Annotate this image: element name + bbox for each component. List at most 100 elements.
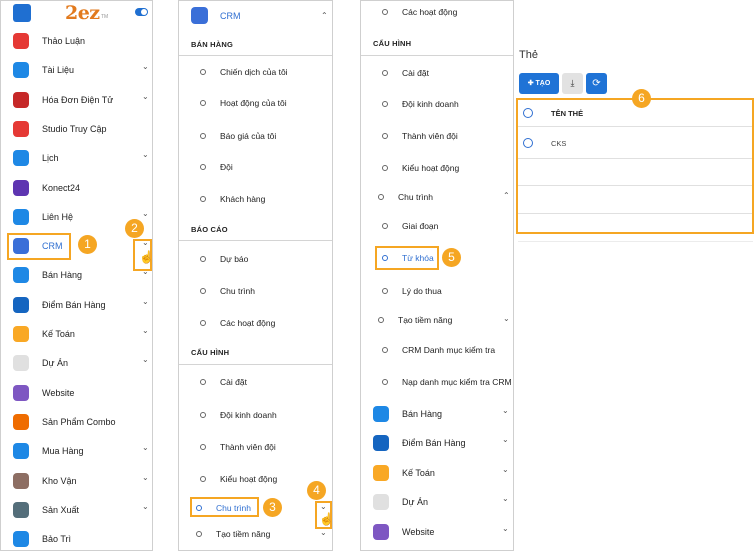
submenu-item[interactable]: Đội kinh doanh xyxy=(382,96,513,114)
submenu-item[interactable]: Cài đặt xyxy=(200,374,330,392)
submenu-item[interactable]: Kiểu hoạt động xyxy=(382,160,513,178)
sidebar-item[interactable]: Bán Hàng ⌄ xyxy=(1,264,152,286)
chevron-down-icon[interactable]: ⌄ xyxy=(142,150,149,159)
submenu-item[interactable]: Đội xyxy=(200,159,330,177)
sidebar-item[interactable]: Kế Toán ⌄ xyxy=(361,462,513,484)
chevron-down-icon[interactable]: ⌄ xyxy=(320,528,327,537)
submenu-item-label: Chu trình xyxy=(398,192,433,202)
submenu-item[interactable]: Lý do thua xyxy=(382,283,513,301)
app-logo-icon[interactable] xyxy=(13,4,31,22)
sales-chart-icon xyxy=(13,267,29,284)
submenu-item-label: Lý do thua xyxy=(402,286,442,296)
submenu-item[interactable]: Tạo tiềm năng ⌄ xyxy=(196,526,330,544)
submenu-item[interactable]: CRM Danh mục kiểm tra xyxy=(382,342,513,360)
crm-menu-header[interactable]: CRM ⌃ xyxy=(179,1,332,31)
submenu-item[interactable]: Nạp danh mục kiểm tra CRM xyxy=(382,374,513,392)
sidebar-item-label: Thảo Luận xyxy=(42,36,86,46)
chevron-down-icon[interactable]: ⌄ xyxy=(142,473,149,482)
chevron-down-icon[interactable]: ⌄ xyxy=(142,209,149,218)
create-button-label: TẠO xyxy=(535,80,551,87)
sidebar-item-label: Sản Xuất xyxy=(42,504,80,515)
chevron-down-icon[interactable]: ⌄ xyxy=(142,502,149,511)
section-divider xyxy=(179,364,332,365)
submenu-item[interactable]: Chiến dịch của tôi xyxy=(200,64,330,82)
submenu-item[interactable]: Các hoạt động xyxy=(382,4,513,22)
sidebar-item[interactable]: Sản Phẩm Combo xyxy=(1,411,152,433)
chevron-down-icon[interactable]: ⌄ xyxy=(502,465,509,474)
sidebar-item[interactable]: Kho Vận ⌄ xyxy=(1,470,152,492)
refresh-icon[interactable]: ⟳ xyxy=(586,73,607,94)
submenu-item[interactable]: Đội kinh doanh xyxy=(200,407,330,425)
submenu-item-label: Khách hàng xyxy=(220,194,266,204)
chevron-down-icon[interactable]: ⌄ xyxy=(142,297,149,306)
chevron-up-icon[interactable]: ⌃ xyxy=(321,11,328,20)
sidebar-item[interactable]: Lịch ⌄ xyxy=(1,147,152,169)
sidebar-item[interactable]: Bán Hàng ⌄ xyxy=(361,403,513,425)
sidebar-item[interactable]: Tài Liệu ⌄ xyxy=(1,59,152,81)
section-divider xyxy=(179,240,332,241)
bullet-icon xyxy=(382,9,388,15)
submenu-item-label: Thành viên đội xyxy=(220,442,276,452)
submenu-item[interactable]: Chu trình ⌃ xyxy=(378,189,513,207)
toggle-switch[interactable] xyxy=(135,8,148,16)
chevron-down-icon[interactable]: ⌄ xyxy=(503,314,510,323)
sidebar-item[interactable]: Mua Hàng ⌄ xyxy=(1,440,152,462)
sidebar-item[interactable]: Bảo Trì xyxy=(1,528,152,550)
brand-logo[interactable]: 2ez xyxy=(65,2,100,24)
chevron-down-icon[interactable]: ⌄ xyxy=(142,443,149,452)
sales-chart-icon xyxy=(373,406,389,422)
chevron-down-icon[interactable]: ⌄ xyxy=(142,326,149,335)
sidebar-item[interactable]: Studio Truy Cập xyxy=(1,118,152,140)
bullet-icon xyxy=(378,317,384,323)
sidebar-item[interactable]: Hóa Đơn Điện Tử ⌄ xyxy=(1,89,152,111)
chevron-down-icon[interactable]: ⌄ xyxy=(142,92,149,101)
sidebar-item[interactable]: Dự Án ⌄ xyxy=(1,352,152,374)
sidebar-item[interactable]: Sản Xuất ⌄ xyxy=(1,499,152,521)
submenu-item[interactable]: Dự báo xyxy=(200,251,330,269)
sidebar-item-label: Điểm Bán Hàng xyxy=(42,299,106,310)
chevron-down-icon[interactable]: ⌄ xyxy=(142,355,149,364)
sidebar-item[interactable]: Konect24 xyxy=(1,177,152,199)
submenu-item[interactable]: Khách hàng xyxy=(200,191,330,209)
sidebar-item[interactable]: Điểm Bán Hàng ⌄ xyxy=(1,294,152,316)
submenu-item[interactable]: Các hoạt động xyxy=(200,315,330,333)
bullet-icon xyxy=(200,196,206,202)
chevron-up-icon[interactable]: ⌃ xyxy=(503,191,510,200)
accounting-icon xyxy=(13,326,29,342)
callout-badge-1: 1 xyxy=(78,235,97,254)
bullet-icon xyxy=(200,288,206,294)
sidebar-item-label: Điểm Bán Hàng xyxy=(402,438,466,448)
section-title: CẤU HÌNH xyxy=(373,39,412,48)
sidebar-item[interactable]: Thảo Luận xyxy=(1,30,152,52)
download-icon[interactable]: ⤓ xyxy=(562,73,583,94)
submenu-item[interactable]: Thành viên đội xyxy=(382,128,513,146)
sidebar-item[interactable]: Kế Toán ⌄ xyxy=(1,323,152,345)
submenu-item[interactable]: Thành viên đội xyxy=(200,439,330,457)
submenu-item[interactable]: Hoạt động của tôi xyxy=(200,95,330,113)
sidebar-item-label: Tài Liệu xyxy=(42,65,75,76)
sidebar-item[interactable]: Điểm Bán Hàng ⌄ xyxy=(361,432,513,454)
submenu-item-label: Đội xyxy=(220,162,233,172)
submenu-item[interactable]: Giai đoạn xyxy=(382,218,513,236)
create-button[interactable]: ✚ TẠO xyxy=(519,73,559,94)
sidebar-item[interactable]: Dự Án ⌄ xyxy=(361,491,513,513)
chevron-down-icon[interactable]: ⌄ xyxy=(502,406,509,415)
sidebar-item[interactable]: Website ⌄ xyxy=(361,521,513,543)
sidebar-item-label: Dự Án xyxy=(402,497,429,507)
sidebar-item-label: Dự Án xyxy=(42,358,69,369)
bullet-icon xyxy=(382,70,388,76)
purchase-icon xyxy=(13,443,29,460)
chevron-down-icon[interactable]: ⌄ xyxy=(502,435,509,444)
chevron-down-icon[interactable]: ⌄ xyxy=(142,62,149,71)
folder-icon xyxy=(13,62,29,79)
submenu-item[interactable]: Cài đặt xyxy=(382,65,513,83)
sidebar-item[interactable]: Website xyxy=(1,382,152,404)
submenu-item-label: Các hoạt động xyxy=(402,7,458,17)
sidebar-item-label: Kế Toán xyxy=(402,468,435,478)
submenu-item[interactable]: Chu trình xyxy=(200,283,330,301)
chevron-down-icon[interactable]: ⌄ xyxy=(502,524,509,533)
submenu-item[interactable]: Báo giá của tôi xyxy=(200,128,330,146)
submenu-item-label: CRM Danh mục kiểm tra xyxy=(402,345,496,355)
chevron-down-icon[interactable]: ⌄ xyxy=(502,494,509,503)
submenu-item[interactable]: Tạo tiềm năng ⌄ xyxy=(378,312,513,330)
